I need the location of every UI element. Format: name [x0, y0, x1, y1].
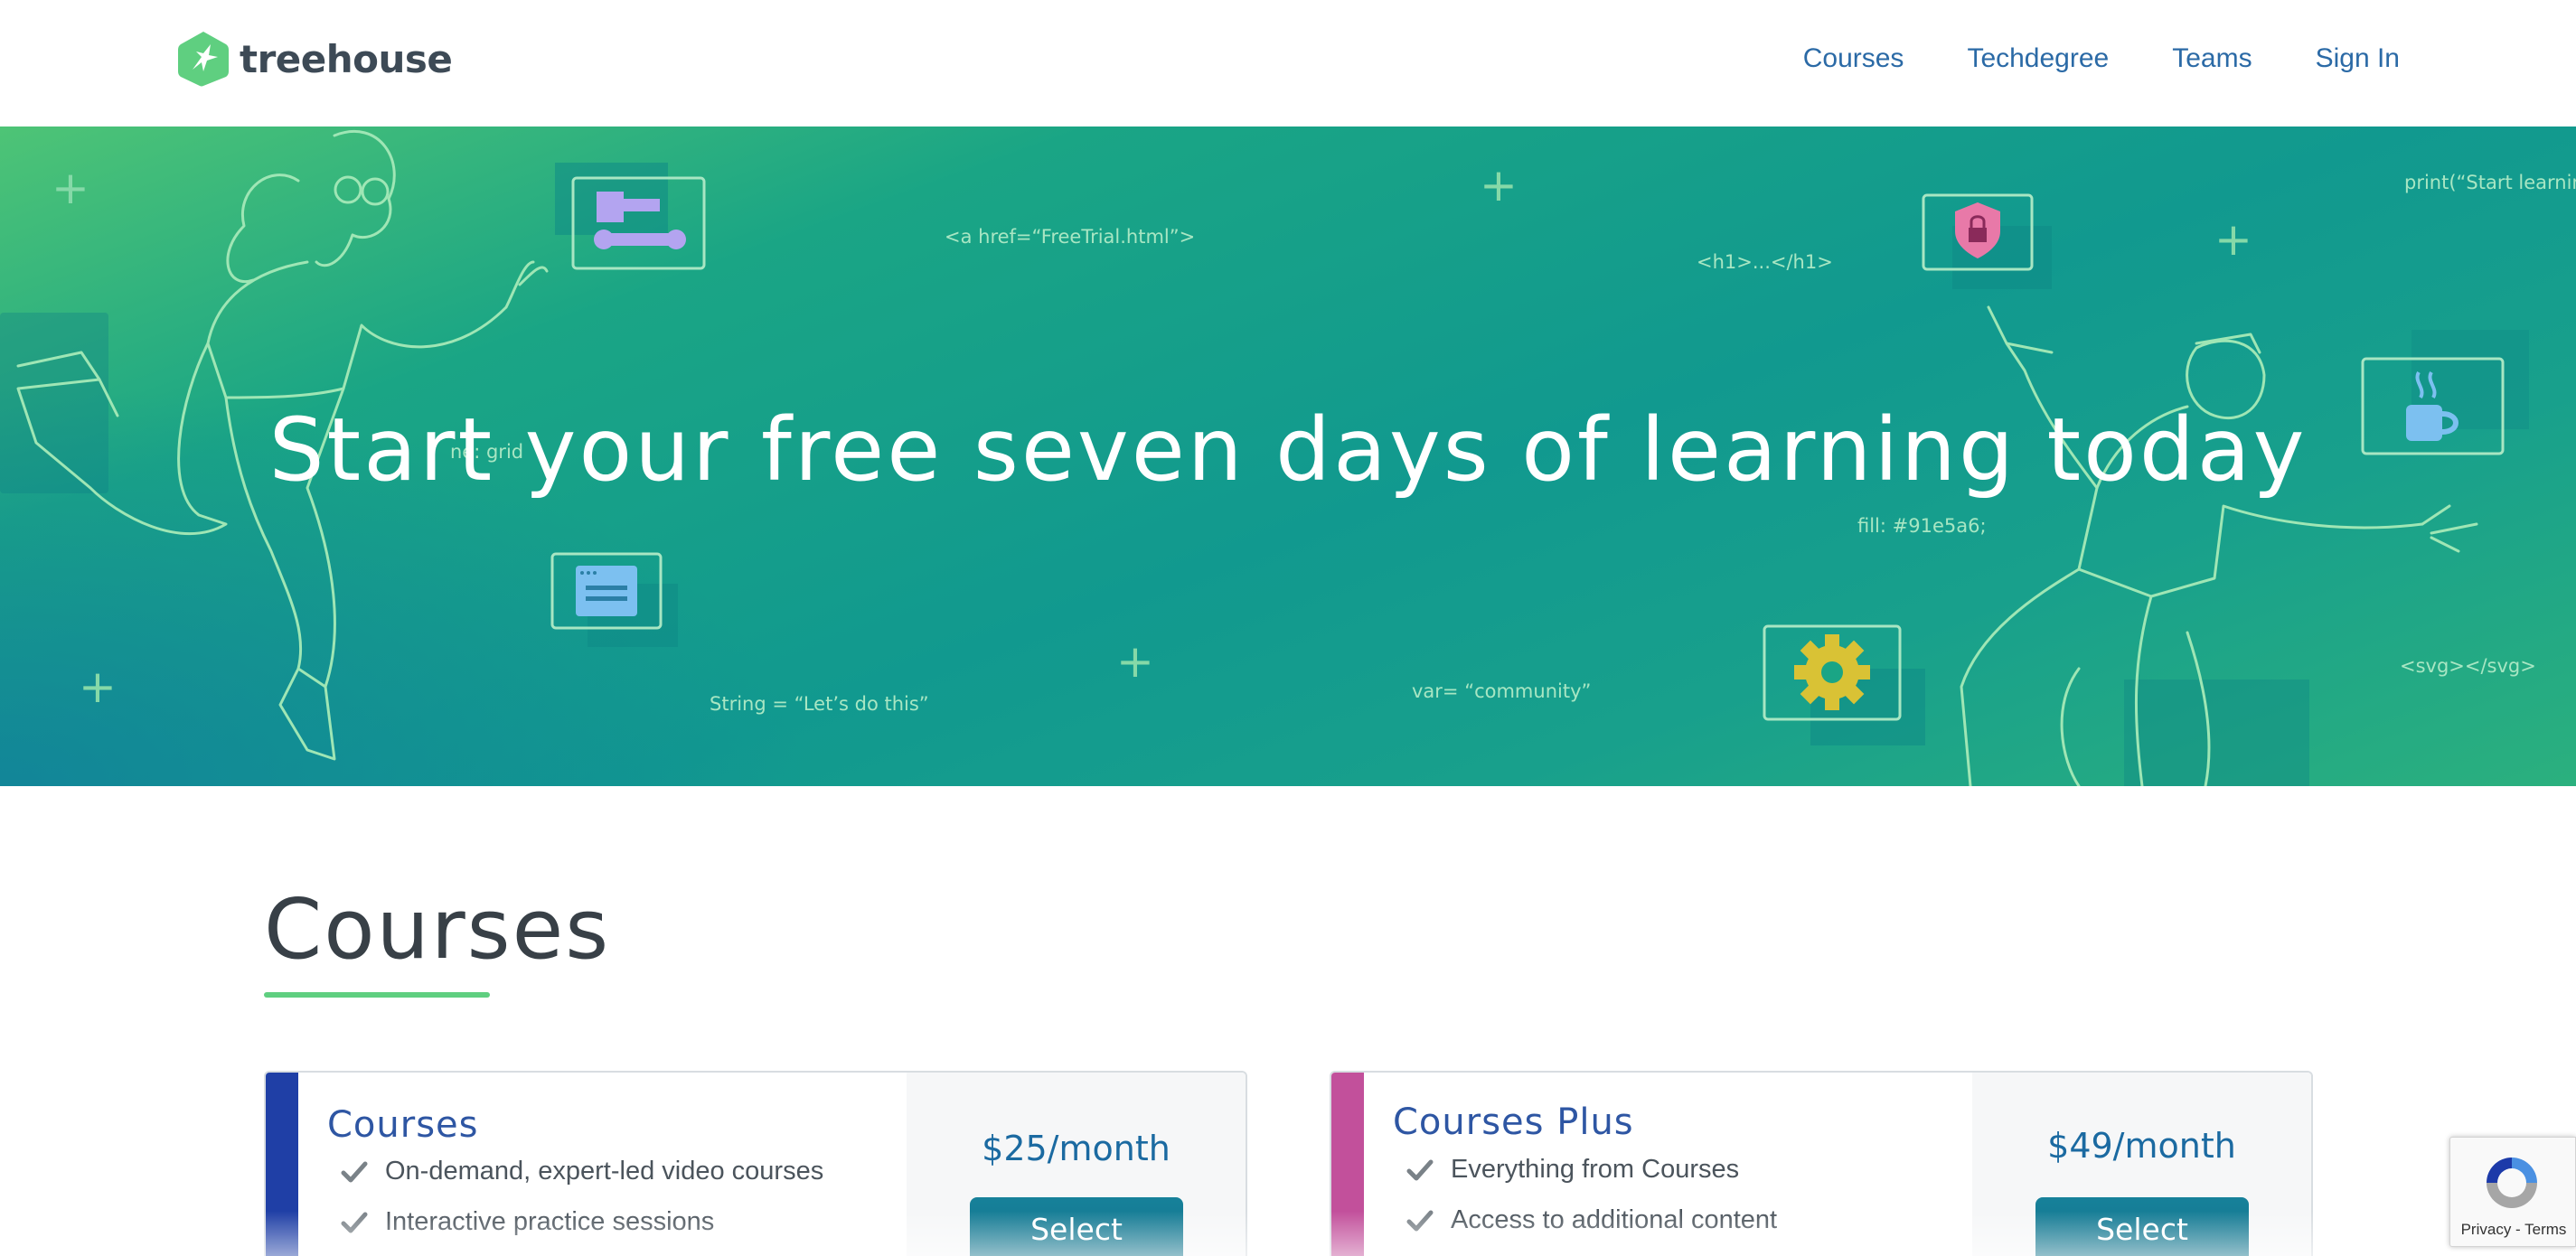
treehouse-logo-link[interactable]: treehouse [176, 30, 453, 88]
top-navbar: treehouse Courses Techdegree Teams Sign … [0, 0, 2576, 127]
checkmark-icon [341, 1212, 368, 1233]
plus-decoration: + [1480, 159, 1518, 211]
recaptcha-badge[interactable]: Privacy - Terms [2449, 1137, 2576, 1247]
code-snippet-h1: <h1>...</h1> [1697, 251, 1833, 273]
courses-section-title: Courses [264, 881, 611, 978]
plan-price-panel: $25/month Select [907, 1073, 1246, 1256]
plan-price-panel: $49/month Select [1972, 1073, 2311, 1256]
nav-techdegree[interactable]: Techdegree [1967, 43, 2109, 74]
plus-decoration: + [79, 661, 117, 713]
plan-feature: On-demand, expert-led video courses [340, 1157, 823, 1186]
hero-banner: + + + + + <a href=“FreeTrial.html”> <h1>… [0, 127, 2576, 786]
plan-feature: Everything from Courses [1406, 1157, 1739, 1183]
section-title-underline [264, 992, 490, 998]
plan-color-stripe [266, 1073, 298, 1256]
plus-decoration: + [2214, 213, 2252, 266]
checkmark-icon [341, 1161, 368, 1182]
recaptcha-links[interactable]: Privacy - Terms [2450, 1221, 2576, 1239]
plan-feature-text: On-demand, expert-led video courses [385, 1157, 824, 1186]
plan-card-courses-plus: Courses Plus Everything from Courses Acc… [1330, 1071, 2313, 1256]
code-snippet-print: print(“Start learnin [2404, 172, 2576, 193]
plan-card-courses: Courses On-demand, expert-led video cour… [264, 1071, 1247, 1256]
treehouse-logo-icon [178, 32, 229, 87]
checkmark-icon [1406, 1210, 1434, 1231]
code-snippet-string: String = “Let’s do this” [710, 693, 929, 715]
brand-name: treehouse [240, 36, 453, 81]
code-snippet-svg: <svg></svg> [2400, 655, 2536, 677]
plan-price: $25/month [982, 1129, 1170, 1168]
plan-feature-text: Interactive practice sessions [385, 1207, 715, 1236]
plan-feature-text: Access to additional content [1451, 1205, 1778, 1234]
code-snippet-var: var= “community” [1412, 680, 1592, 702]
checkmark-icon [1406, 1159, 1434, 1180]
plan-name: Courses [327, 1104, 479, 1146]
select-courses-button[interactable]: Select [970, 1197, 1183, 1256]
main-nav: Courses Techdegree Teams Sign In [1803, 43, 2400, 74]
plan-color-stripe [1331, 1073, 1364, 1256]
plus-decoration: + [52, 162, 89, 214]
code-snippet-fill: fill: #91e5a6; [1857, 515, 1987, 537]
nav-teams[interactable]: Teams [2172, 43, 2252, 74]
plan-name: Courses Plus [1393, 1101, 1634, 1143]
plan-price: $49/month [2047, 1126, 2236, 1166]
code-snippet-href: <a href=“FreeTrial.html”> [945, 226, 1196, 248]
nav-courses[interactable]: Courses [1803, 43, 1904, 74]
recaptcha-icon [2487, 1158, 2537, 1208]
plan-feature: Interactive practice sessions [340, 1207, 714, 1237]
nav-sign-in[interactable]: Sign In [2316, 43, 2400, 74]
plan-feature: Access to additional content [1406, 1207, 1777, 1233]
plus-decoration: + [1116, 635, 1154, 688]
hero-title: Start your free seven days of learning t… [268, 399, 2308, 501]
select-courses-plus-button[interactable]: Select [2035, 1197, 2249, 1256]
plan-feature-text: Everything from Courses [1451, 1155, 1740, 1184]
